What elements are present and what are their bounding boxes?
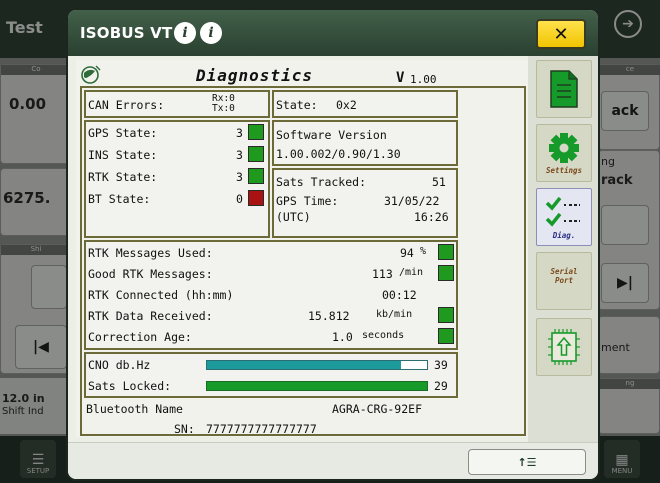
diagnostics-title: Diagnostics [196,66,313,85]
dialog-footer: ↑☰ [68,442,598,479]
good-rtk-unit: /min [399,267,424,278]
rtk-connected-label: RTK Connected (hh:mm) [88,288,234,302]
rtk-state-value: 3 [236,170,243,184]
sats-tracked-value: 51 [432,175,446,189]
document-icon [550,70,578,108]
softkey-serial-port[interactable]: Serial Port [536,252,592,310]
gps-time-date: 31/05/22 [384,194,440,208]
rtk-box: RTK Messages Used: 94 % Good RTK Message… [84,240,458,350]
softkey-serial-port-label: Serial Port [550,267,578,285]
correction-age-unit: seconds [362,330,405,341]
version-number: 1.00 [410,73,437,86]
info-icon[interactable]: i [200,22,222,44]
version-prefix: V [396,70,405,86]
gps-time-clock: 16:26 [414,210,449,224]
softkey-document[interactable] [536,60,592,118]
cno-value: 39 [434,358,448,372]
sats-locked-value: 29 [434,379,448,393]
sats-tracked-label: Sats Tracked: [276,175,367,189]
info-icon[interactable]: i [174,22,196,44]
correction-age-value: 1.0 [332,330,353,344]
cno-bar [206,360,428,370]
ins-status-indicator [248,146,264,162]
rtk-status-indicator [248,168,264,184]
can-tx-value: Tx:0 [212,103,235,114]
rtk-received-label: RTK Data Received: [88,309,213,323]
diagnostics-screen: Diagnostics V 1.00 CAN Errors: Rx:0 Tx:0… [76,60,528,437]
states-box: GPS State: 3 INS State: 3 RTK State: 3 B… [84,120,270,238]
bt-state-value: 0 [236,192,243,206]
can-errors-label: CAN Errors: [88,98,165,112]
sats-time-box: Sats Tracked: 51 GPS Time: 31/05/22 (UTC… [272,168,458,238]
state-box: State: 0x2 [272,90,458,118]
close-button[interactable]: ✕ [536,19,586,49]
can-errors-box: CAN Errors: Rx:0 Tx:0 [84,90,270,118]
gps-time-label: GPS Time: [276,194,339,208]
diagnostics-panel: CAN Errors: Rx:0 Tx:0 State: 0x2 GPS Sta… [80,86,526,436]
cno-bar-fill [207,361,401,369]
correction-age-label: Correction Age: [88,330,192,344]
rtk-used-value: 94 [400,246,414,260]
softkey-settings[interactable]: Settings [536,124,592,182]
sats-locked-label: Sats Locked: [88,379,172,393]
rtk-state-label: RTK State: [88,170,158,184]
rtk-received-unit: kb/min [376,309,413,320]
softkey-column: Settings Diag. Serial Port [528,56,598,447]
chip-upload-icon [548,329,580,365]
gps-time-zone: (UTC) [276,210,311,224]
softkey-firmware-update[interactable] [536,318,592,376]
bluetooth-label: Bluetooth Name [86,402,183,416]
good-rtk-label: Good RTK Messages: [88,267,213,281]
softkey-diagnostics-label: Diag. [552,230,576,240]
sats-locked-bar-fill [207,382,427,390]
softkey-settings-label: Settings [545,165,583,175]
software-version-value: 1.00.002/0.90/1.30 [276,147,401,161]
signal-box: CNO db.Hz 39 Sats Locked: 29 [84,352,458,398]
rtk-used-indicator [438,244,454,260]
good-rtk-value: 113 [372,267,393,281]
state-value: 0x2 [336,98,357,112]
ins-state-label: INS State: [88,148,158,162]
isobus-vt-dialog: ISOBUS VT i i ✕ Diagnostics V 1.00 CAN E… [68,10,598,479]
gear-icon [549,132,579,163]
rtk-received-indicator [438,307,454,323]
bt-state-label: BT State: [88,192,151,206]
rtk-connected-value: 00:12 [382,288,417,302]
state-label: State: [276,98,318,112]
sats-locked-bar [206,381,428,391]
rtk-used-unit: % [420,246,427,257]
sn-label: SN: [174,422,195,436]
cno-label: CNO db.Hz [88,358,151,372]
globe-logo-icon [81,65,101,84]
dialog-title: ISOBUS VT [80,24,173,42]
good-rtk-indicator [438,265,454,281]
ins-state-value: 3 [236,148,243,162]
gps-state-value: 3 [236,126,243,140]
rtk-used-label: RTK Messages Used: [88,246,213,260]
software-version-box: Software Version 1.00.002/0.90/1.30 [272,120,458,166]
gps-status-indicator [248,124,264,140]
bt-status-indicator [248,190,264,206]
sn-value: 7777777777777777 [206,422,317,436]
rtk-received-value: 15.812 [308,309,350,323]
checklist-icon [545,196,580,227]
correction-age-indicator [438,328,454,344]
software-version-label: Software Version [276,128,387,142]
dialog-header: ISOBUS VT i i ✕ [68,10,598,56]
gps-state-label: GPS State: [88,126,158,140]
footer-action-button[interactable]: ↑☰ [468,449,586,475]
softkey-diagnostics[interactable]: Diag. [536,188,592,246]
bluetooth-value: AGRA-CRG-92EF [332,402,423,416]
